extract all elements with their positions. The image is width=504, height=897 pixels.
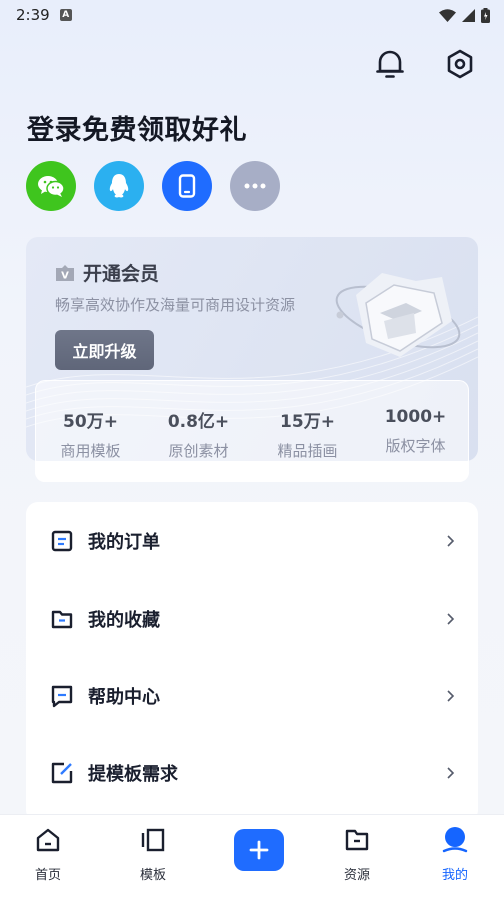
nav-label: 资源 bbox=[343, 868, 370, 883]
order-icon bbox=[51, 530, 73, 552]
qq-login-button[interactable] bbox=[94, 161, 144, 211]
stat-label: 商用模板 bbox=[60, 442, 121, 460]
menu-label: 我的收藏 bbox=[88, 610, 160, 631]
vip-badge-letter: V bbox=[61, 270, 69, 281]
status-time: 2:39 bbox=[16, 6, 50, 24]
stat-label: 精品插画 bbox=[277, 442, 338, 460]
phone-icon bbox=[178, 174, 196, 198]
folder-icon bbox=[345, 829, 369, 851]
chevron-right-icon bbox=[447, 613, 455, 625]
stat-templates: 50万+ 商用模板 bbox=[36, 407, 145, 461]
nav-home[interactable]: 首页 bbox=[13, 825, 83, 883]
chevron-right-icon bbox=[447, 767, 455, 779]
more-login-button[interactable] bbox=[230, 161, 280, 211]
nav-templates[interactable]: 模板 bbox=[118, 825, 188, 883]
menu-item-favorites[interactable]: 我的收藏 bbox=[26, 589, 478, 649]
nav-profile[interactable]: 我的 bbox=[420, 825, 490, 883]
wechat-login-button[interactable] bbox=[26, 161, 76, 211]
add-button[interactable] bbox=[234, 829, 284, 871]
stat-fonts: 1000+ 版权字体 bbox=[361, 407, 470, 456]
bell-icon bbox=[376, 50, 404, 78]
stat-label: 版权字体 bbox=[385, 437, 446, 455]
phone-login-button[interactable] bbox=[162, 161, 212, 211]
plus-icon bbox=[249, 840, 269, 860]
help-chat-icon bbox=[51, 685, 73, 708]
nav-resources[interactable]: 资源 bbox=[322, 825, 392, 883]
bottom-nav: 首页 模板 资源 我的 bbox=[0, 814, 504, 897]
battery-icon bbox=[481, 7, 490, 23]
chevron-right-icon bbox=[447, 690, 455, 702]
notification-button[interactable] bbox=[374, 44, 406, 84]
vip-folder-illustration bbox=[335, 273, 461, 357]
vip-title-row: V 开通会员 bbox=[55, 259, 159, 286]
more-icon bbox=[244, 183, 266, 189]
menu-label: 帮助中心 bbox=[88, 687, 160, 708]
nav-label: 模板 bbox=[139, 868, 166, 883]
gear-hexagon-icon bbox=[447, 49, 473, 79]
top-actions bbox=[374, 44, 476, 84]
wifi-icon bbox=[439, 8, 456, 22]
stat-value: 1000+ bbox=[384, 407, 447, 427]
stat-label: 原创素材 bbox=[168, 442, 229, 460]
menu-card: 我的订单 我的收藏 帮助中心 提模板需求 bbox=[26, 502, 478, 822]
qq-penguin-icon bbox=[109, 174, 129, 198]
stat-value: 0.8亿+ bbox=[167, 412, 230, 432]
stat-value: 15万+ bbox=[280, 412, 335, 432]
vip-title: 开通会员 bbox=[83, 263, 160, 285]
vip-subtitle: 畅享高效协作及海量可商用设计资源 bbox=[55, 296, 296, 314]
login-title[interactable]: 登录免费领取好礼 bbox=[27, 108, 247, 147]
stat-illustrations: 15万+ 精品插画 bbox=[253, 407, 362, 461]
settings-button[interactable] bbox=[444, 44, 476, 84]
folder-icon bbox=[51, 610, 73, 629]
wechat-icon bbox=[38, 176, 65, 197]
nav-label: 首页 bbox=[34, 868, 61, 883]
menu-item-orders[interactable]: 我的订单 bbox=[26, 511, 478, 571]
home-icon bbox=[36, 828, 60, 852]
signal-icon bbox=[462, 8, 475, 22]
template-icon bbox=[141, 828, 165, 852]
login-options bbox=[26, 161, 280, 211]
menu-label: 提模板需求 bbox=[88, 764, 178, 785]
menu-label: 我的订单 bbox=[88, 532, 160, 553]
menu-item-help[interactable]: 帮助中心 bbox=[26, 666, 478, 726]
stat-materials: 0.8亿+ 原创素材 bbox=[144, 407, 253, 461]
nav-label: 我的 bbox=[441, 868, 468, 883]
profile-icon bbox=[442, 827, 468, 853]
edit-icon bbox=[51, 762, 73, 784]
notification-a-icon: A bbox=[59, 9, 72, 21]
stat-value: 50万+ bbox=[63, 412, 118, 432]
upgrade-button[interactable]: 立即升级 bbox=[55, 330, 154, 370]
vip-stats-panel: 50万+ 商用模板 0.8亿+ 原创素材 15万+ 精品插画 1000+ 版权字… bbox=[35, 380, 469, 482]
menu-item-template-request[interactable]: 提模板需求 bbox=[26, 743, 478, 803]
status-bar: 2:39 A bbox=[0, 0, 504, 30]
vip-badge-icon: V bbox=[56, 264, 74, 281]
chevron-right-icon bbox=[447, 535, 455, 547]
